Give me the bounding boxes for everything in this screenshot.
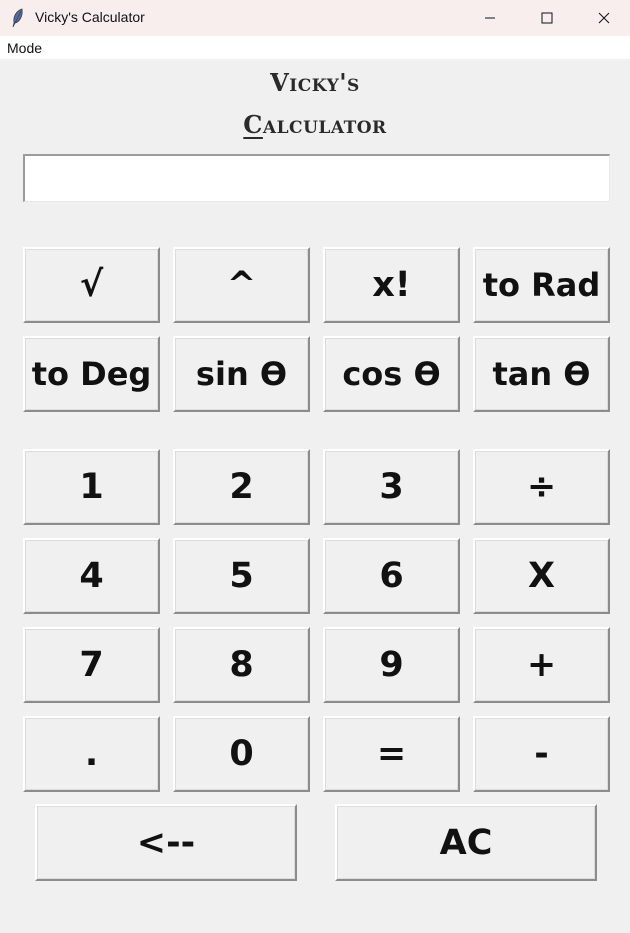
cos-button[interactable]: cos ϴ xyxy=(323,336,460,412)
digit-7-button[interactable]: 7 xyxy=(23,627,160,703)
menu-bar: Mode xyxy=(0,36,630,59)
backspace-button[interactable]: <-- xyxy=(35,804,297,881)
digit-4-button[interactable]: 4 xyxy=(23,538,160,614)
digit-8-button[interactable]: 8 xyxy=(173,627,310,703)
close-button[interactable] xyxy=(576,0,630,36)
menu-item-mode[interactable]: Mode xyxy=(7,40,42,56)
digit-1-button[interactable]: 1 xyxy=(23,449,160,525)
window-title: Vicky's Calculator xyxy=(35,9,145,25)
digit-2-button[interactable]: 2 xyxy=(173,449,310,525)
power-button[interactable]: ^ xyxy=(173,247,310,323)
maximize-icon xyxy=(541,12,553,24)
minimize-icon xyxy=(485,17,495,19)
maximize-button[interactable] xyxy=(519,0,575,36)
sqrt-button[interactable]: √ xyxy=(23,247,160,323)
digit-9-button[interactable]: 9 xyxy=(323,627,460,703)
feather-icon xyxy=(12,8,23,28)
close-icon xyxy=(598,12,610,24)
digit-5-button[interactable]: 5 xyxy=(173,538,310,614)
sin-button[interactable]: sin ϴ xyxy=(173,336,310,412)
minimize-button[interactable] xyxy=(462,0,518,36)
to-rad-button[interactable]: to Rad xyxy=(473,247,610,323)
equals-button[interactable]: = xyxy=(323,716,460,792)
minus-button[interactable]: - xyxy=(473,716,610,792)
digit-3-button[interactable]: 3 xyxy=(323,449,460,525)
plus-button[interactable]: + xyxy=(473,627,610,703)
display-input[interactable] xyxy=(23,154,610,202)
app-heading-line2: Calculator xyxy=(0,110,630,139)
factorial-button[interactable]: x! xyxy=(323,247,460,323)
multiply-button[interactable]: X xyxy=(473,538,610,614)
clear-button[interactable]: AC xyxy=(335,804,597,881)
digit-6-button[interactable]: 6 xyxy=(323,538,460,614)
decimal-button[interactable]: . xyxy=(23,716,160,792)
heading-mnemonic-letter: C xyxy=(243,110,263,139)
app-heading-line1: Vicky's xyxy=(270,68,360,97)
digit-0-button[interactable]: 0 xyxy=(173,716,310,792)
to-deg-button[interactable]: to Deg xyxy=(23,336,160,412)
heading-line2-rest: alculator xyxy=(262,110,387,139)
divide-button[interactable]: ÷ xyxy=(473,449,610,525)
tan-button[interactable]: tan ϴ xyxy=(473,336,610,412)
title-bar: Vicky's Calculator xyxy=(0,0,630,36)
